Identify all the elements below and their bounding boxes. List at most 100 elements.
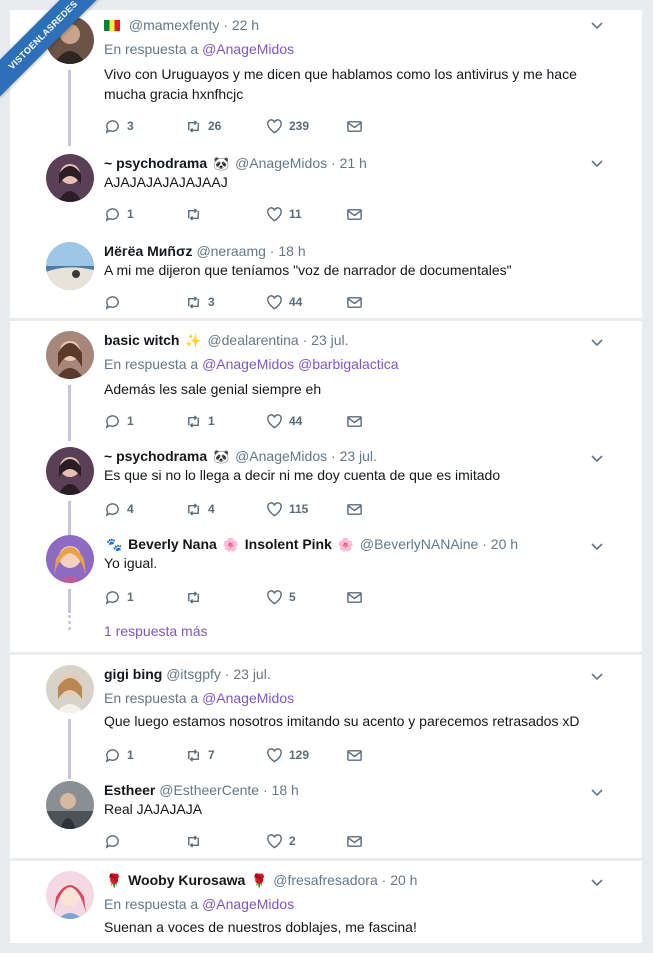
display-name[interactable]: Insolent Pink bbox=[245, 536, 332, 552]
tweet[interactable]: 🌹 Wooby Kurosawa 🌹 @fresafresadora · 20 … bbox=[10, 871, 642, 943]
tweet[interactable]: gigi bing @itsgpfy · 23 jul. En respuest… bbox=[10, 665, 642, 779]
mention-link[interactable]: @AnageMidos bbox=[202, 41, 294, 57]
chevron-down-icon[interactable] bbox=[590, 18, 604, 32]
tweet[interactable]: basic witch ✨ @dealarentina · 23 jul. En… bbox=[10, 331, 642, 441]
display-name[interactable]: ~ psychodrama bbox=[104, 155, 207, 171]
like-button[interactable]: 44 bbox=[266, 292, 302, 312]
display-name[interactable]: gigi bing bbox=[104, 666, 162, 682]
direct-message-button[interactable] bbox=[346, 831, 369, 851]
retweet-button[interactable]: 26 bbox=[185, 116, 221, 136]
chevron-down-icon[interactable] bbox=[590, 875, 604, 889]
timestamp[interactable]: 20 h bbox=[491, 536, 518, 552]
timestamp[interactable]: 20 h bbox=[390, 872, 417, 888]
separator-dot: · bbox=[331, 155, 336, 171]
avatar[interactable] bbox=[46, 665, 94, 713]
like-button[interactable]: 115 bbox=[266, 499, 308, 519]
timestamp[interactable]: 23 jul. bbox=[233, 666, 270, 682]
display-name[interactable]: Estheer bbox=[104, 782, 155, 798]
reply-count: 1 bbox=[127, 748, 134, 762]
avatar[interactable] bbox=[46, 331, 94, 379]
user-handle[interactable]: @BeverlyNANAine bbox=[360, 536, 478, 552]
tweet-text: Yo igual. bbox=[104, 555, 158, 571]
chevron-down-icon[interactable] bbox=[590, 451, 604, 465]
direct-message-button[interactable] bbox=[346, 292, 369, 312]
like-button[interactable]: 129 bbox=[266, 745, 309, 765]
direct-message-button[interactable] bbox=[346, 204, 369, 224]
retweet-button[interactable]: 1 bbox=[185, 411, 215, 431]
reply-button[interactable] bbox=[104, 292, 127, 312]
reply-button[interactable]: 3 bbox=[104, 116, 134, 136]
chevron-down-icon[interactable] bbox=[590, 785, 604, 799]
mention-link[interactable]: @AnageMidos bbox=[202, 896, 294, 912]
timestamp[interactable]: 18 h bbox=[278, 243, 305, 259]
user-handle[interactable]: @AnageMidos bbox=[235, 155, 327, 171]
tweet[interactable]: Иёгёа Миñσz @neraamg · 18 h A mi me dije… bbox=[10, 242, 642, 318]
direct-message-button[interactable] bbox=[346, 411, 369, 431]
tweet[interactable]: @mamexfenty · 22 h En respuesta a @Anage… bbox=[10, 16, 642, 146]
timestamp[interactable]: 23 jul. bbox=[311, 332, 348, 348]
reply-button[interactable]: 4 bbox=[104, 499, 134, 519]
user-handle[interactable]: @mamexfenty bbox=[129, 17, 219, 33]
display-name[interactable]: basic witch bbox=[104, 332, 179, 348]
display-name[interactable]: ~ psychodrama bbox=[104, 448, 207, 464]
like-button[interactable]: 2 bbox=[266, 831, 296, 851]
chevron-down-icon[interactable] bbox=[590, 335, 604, 349]
retweet-button[interactable] bbox=[185, 831, 208, 851]
tweet[interactable]: Estheer @EstheerCente · 18 h Real JAJAJA… bbox=[10, 781, 642, 857]
separator-dot: · bbox=[262, 782, 268, 798]
avatar[interactable] bbox=[46, 535, 94, 583]
like-count: 5 bbox=[289, 590, 296, 604]
chevron-down-icon[interactable] bbox=[590, 669, 604, 683]
show-more-replies-link[interactable]: 1 respuesta más bbox=[104, 623, 208, 639]
reply-button[interactable] bbox=[104, 831, 127, 851]
display-name[interactable]: Иёгёа Миñσz bbox=[104, 243, 193, 259]
reply-button[interactable]: 1 bbox=[104, 587, 134, 607]
mention-link[interactable]: @AnageMidos bbox=[202, 690, 294, 706]
retweet-button[interactable]: 7 bbox=[185, 745, 215, 765]
tweet-header: gigi bing @itsgpfy · 23 jul. bbox=[104, 665, 271, 683]
reply-context: En respuesta a @AnageMidos bbox=[104, 689, 294, 707]
user-handle[interactable]: @itsgpfy bbox=[166, 666, 221, 682]
avatar[interactable] bbox=[46, 154, 94, 202]
tweet[interactable]: 🐾 Beverly Nana 🌸 Insolent Pink 🌸 @Beverl… bbox=[10, 535, 642, 615]
direct-message-button[interactable] bbox=[346, 116, 369, 136]
display-name[interactable]: Beverly Nana bbox=[128, 536, 217, 552]
retweet-icon bbox=[188, 748, 199, 762]
direct-message-button[interactable] bbox=[346, 499, 369, 519]
retweet-button[interactable] bbox=[185, 204, 208, 224]
separator-dot: · bbox=[381, 872, 387, 888]
timestamp[interactable]: 23 jul. bbox=[340, 448, 377, 464]
tweet[interactable]: ~ psychodrama 🐼 @AnageMidos · 21 h AJAJA… bbox=[10, 154, 642, 234]
retweet-icon bbox=[188, 207, 199, 221]
timestamp[interactable]: 18 h bbox=[272, 782, 299, 798]
display-name[interactable]: Wooby Kurosawa bbox=[128, 872, 245, 888]
avatar[interactable] bbox=[46, 781, 94, 829]
timestamp[interactable]: 22 h bbox=[232, 17, 259, 33]
user-handle[interactable]: @neraamg bbox=[196, 243, 265, 259]
direct-message-button[interactable] bbox=[346, 587, 369, 607]
reply-button[interactable]: 1 bbox=[104, 745, 134, 765]
like-button[interactable]: 5 bbox=[266, 587, 296, 607]
mention-link[interactable]: @AnageMidos bbox=[202, 356, 294, 372]
user-handle[interactable]: @fresafresadora bbox=[273, 872, 377, 888]
avatar[interactable] bbox=[46, 447, 94, 495]
retweet-button[interactable] bbox=[185, 587, 208, 607]
reply-button[interactable]: 1 bbox=[104, 411, 134, 431]
direct-message-button[interactable] bbox=[346, 745, 369, 765]
like-button[interactable]: 44 bbox=[266, 411, 302, 431]
like-button[interactable]: 239 bbox=[266, 116, 309, 136]
chevron-down-icon[interactable] bbox=[590, 539, 604, 553]
user-handle[interactable]: @dealarentina bbox=[207, 332, 298, 348]
reply-button[interactable]: 1 bbox=[104, 204, 134, 224]
user-handle[interactable]: @EstheerCente bbox=[159, 782, 259, 798]
mention-link[interactable]: @barbigalactica bbox=[298, 356, 399, 372]
user-handle[interactable]: @AnageMidos bbox=[235, 448, 327, 464]
chevron-down-icon[interactable] bbox=[590, 156, 604, 170]
timestamp[interactable]: 21 h bbox=[340, 155, 367, 171]
tweet[interactable]: ~ psychodrama 🐼 @AnageMidos · 23 jul. Es… bbox=[10, 447, 642, 535]
like-button[interactable]: 11 bbox=[266, 204, 302, 224]
retweet-button[interactable]: 3 bbox=[185, 292, 215, 312]
avatar[interactable] bbox=[46, 242, 94, 290]
retweet-button[interactable]: 4 bbox=[185, 499, 215, 519]
avatar[interactable] bbox=[46, 871, 94, 919]
